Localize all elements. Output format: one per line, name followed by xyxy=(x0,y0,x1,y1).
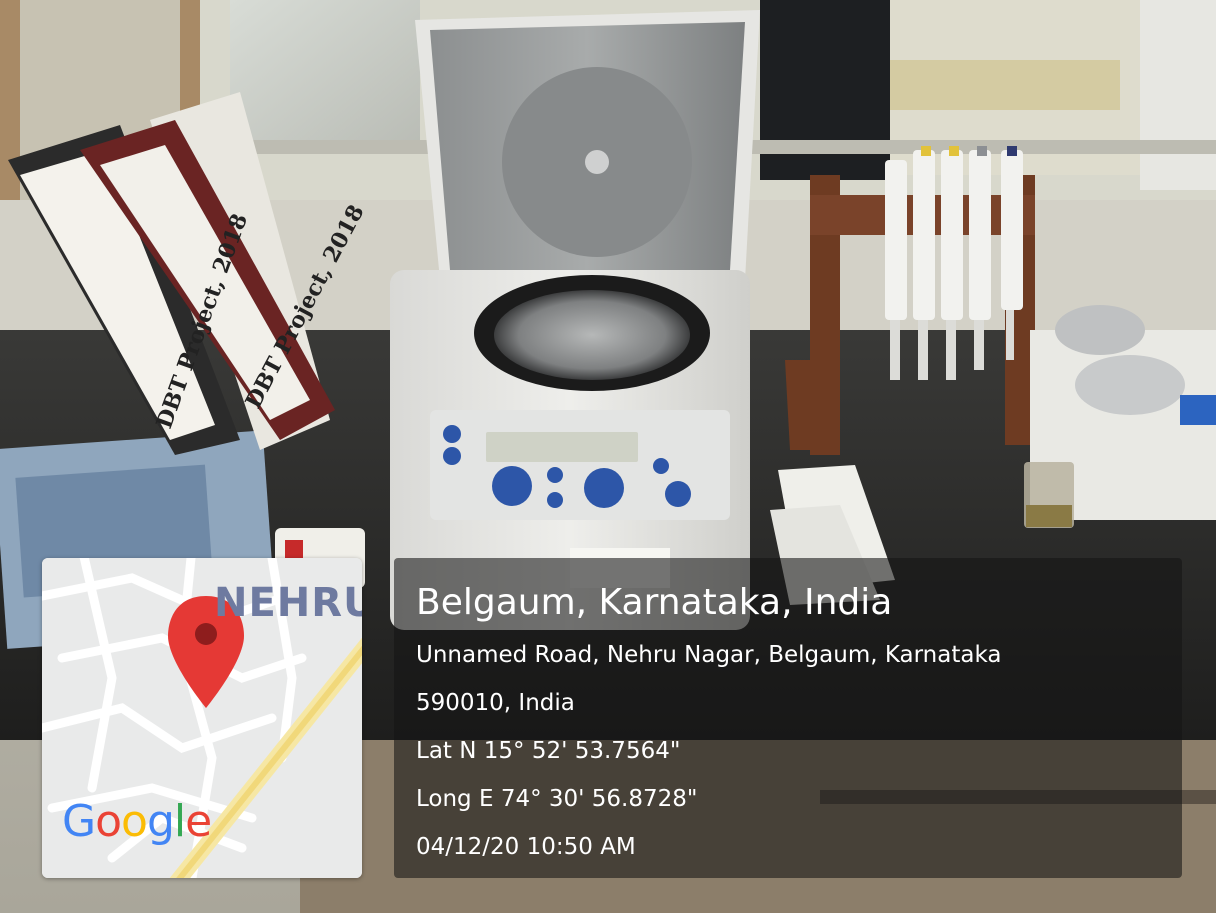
google-logo-letter: l xyxy=(173,796,186,847)
timestamp-text: 04/12/20 10:50 AM xyxy=(416,834,636,860)
address-line-2: 590010, India xyxy=(416,690,575,716)
google-logo-letter: G xyxy=(62,796,96,847)
map-street-label: NEHRU I xyxy=(214,580,362,626)
location-title: Belgaum, Karnataka, India xyxy=(416,582,893,623)
map-thumbnail: NEHRU I Google xyxy=(42,558,362,878)
google-logo-letter: o xyxy=(121,796,148,847)
google-logo-letter: e xyxy=(185,796,212,847)
google-logo-letter: g xyxy=(146,796,175,847)
centrifuge xyxy=(390,10,760,630)
latitude-text: Lat N 15° 52' 53.7564" xyxy=(416,738,681,764)
google-logo-letter: o xyxy=(95,796,122,847)
google-logo: Google xyxy=(62,796,212,847)
longitude-text: Long E 74° 30' 56.8728" xyxy=(416,786,698,812)
location-info-panel: Belgaum, Karnataka, India Unnamed Road, … xyxy=(394,558,1182,878)
address-line-1: Unnamed Road, Nehru Nagar, Belgaum, Karn… xyxy=(416,642,1002,668)
